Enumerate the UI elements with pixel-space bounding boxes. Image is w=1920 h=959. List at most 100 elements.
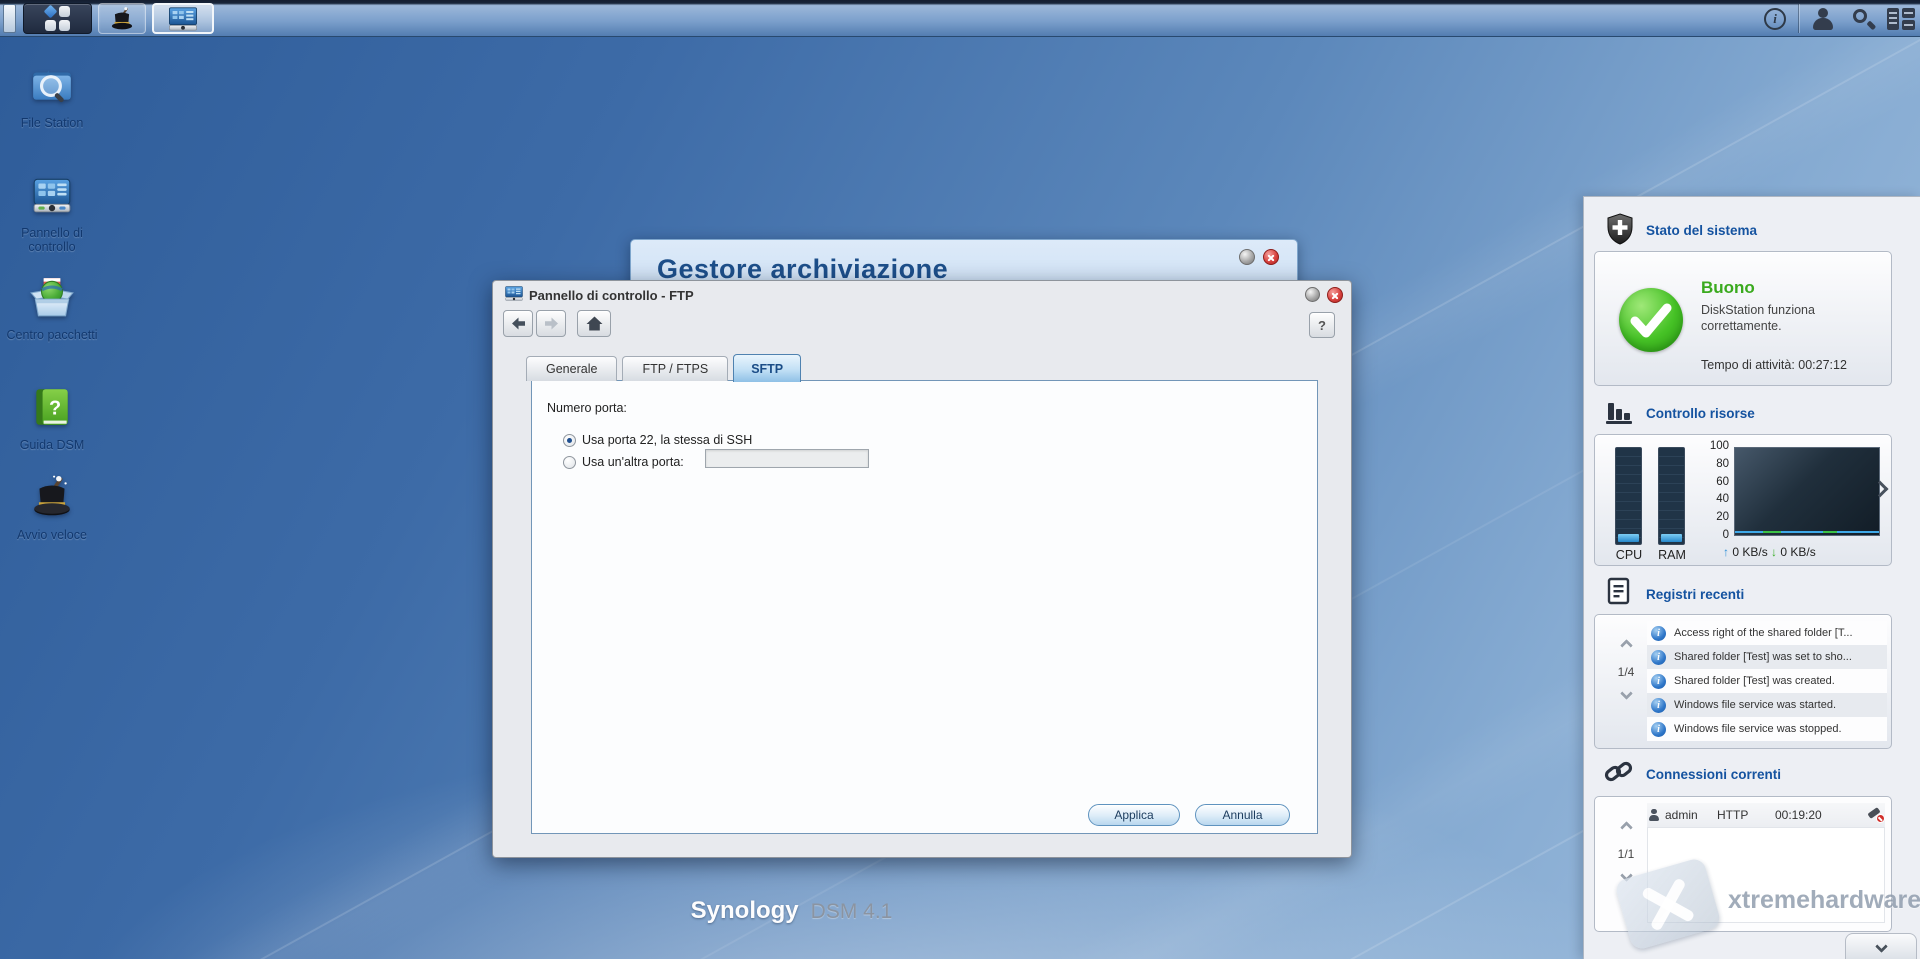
log-entry: i Shared folder [Test] was set to sho... (1647, 645, 1887, 669)
logs-page-down-icon[interactable] (1619, 687, 1633, 700)
upload-rate: 0 KB/s (1732, 545, 1768, 559)
taskbar-quick-launch-button[interactable] (98, 3, 146, 34)
desktop-icon-label: Avvio veloce (17, 528, 87, 542)
connections-page-up-icon[interactable] (1619, 821, 1633, 834)
log-entry: i Shared folder [Test] was created. (1647, 669, 1887, 693)
dialog-titlebar[interactable]: Pannello di controllo - FTP (493, 281, 1351, 308)
info-icon: i (1651, 625, 1666, 641)
log-document-icon (1607, 577, 1630, 605)
sidebar-collapse-tab[interactable] (1845, 933, 1917, 959)
desktop-icon-quick-start[interactable]: Avvio veloce (6, 474, 98, 542)
user-icon (1811, 7, 1835, 31)
radio-unselected-icon[interactable] (563, 455, 576, 469)
dsm-branding: Synology DSM 4.1 (0, 897, 1583, 925)
connections-list-area (1647, 827, 1885, 923)
close-icon[interactable] (1327, 287, 1343, 303)
cancel-button[interactable]: Annulla (1195, 804, 1290, 826)
minimize-button[interactable] (1239, 249, 1255, 265)
cpu-meter (1615, 447, 1642, 545)
log-entry: i Windows file service was stopped. (1647, 717, 1887, 741)
desktop-icon-dsm-help[interactable]: ? Guida DSM (6, 384, 98, 452)
home-icon (586, 316, 602, 331)
taskbar: i (0, 0, 1920, 37)
info-icon: i (1651, 697, 1666, 713)
info-icon: i (1651, 721, 1666, 737)
sftp-settings-panel: Numero porta: Usa porta 22, la stessa di… (531, 380, 1318, 834)
tab-sftp[interactable]: SFTP (733, 354, 802, 382)
connections-card: 1/1 admin HTTP 00:19:20 (1594, 796, 1892, 932)
connections-page-down-icon[interactable] (1619, 869, 1633, 882)
desktop-icon-label: Guida DSM (19, 438, 85, 452)
network-rates: ↑ 0 KB/s ↓ 0 KB/s (1723, 545, 1816, 559)
home-button[interactable] (577, 310, 611, 337)
magic-hat-icon (34, 475, 70, 516)
apply-button[interactable]: Applica (1088, 804, 1180, 826)
show-desktop-button[interactable] (3, 4, 16, 33)
logs-pager: 1/4 (1609, 639, 1643, 705)
log-list: i Access right of the shared folder [T...… (1647, 621, 1887, 741)
download-rate: 0 KB/s (1780, 545, 1816, 559)
log-entry: i Windows file service was started. (1647, 693, 1887, 717)
network-traffic-chart (1734, 447, 1880, 536)
download-arrow-icon: ↓ (1771, 545, 1778, 559)
connection-protocol: HTTP (1717, 808, 1749, 822)
search-icon (1851, 7, 1877, 31)
arrow-right-icon (544, 317, 558, 330)
pilot-view-icon (1887, 7, 1915, 30)
package-center-icon (30, 278, 74, 317)
radio-use-other-port[interactable]: Usa un'altra porta: (563, 455, 684, 469)
system-health-sidebar: Stato del sistema Buono DiskStation funz… (1583, 196, 1920, 959)
window-control-panel-ftp: Pannello di controllo - FTP ? Generale F… (492, 280, 1352, 858)
taskbar-user-button[interactable] (1806, 0, 1840, 37)
control-panel-icon (33, 178, 71, 213)
dialog-tabs: Generale FTP / FTPS SFTP (526, 354, 802, 382)
desktop-icon-file-station[interactable]: File Station (6, 62, 98, 130)
status-description: DiskStation funziona correttamente. (1701, 303, 1815, 333)
connections-pager: 1/1 (1609, 821, 1643, 887)
help-button[interactable]: ? (1309, 312, 1335, 338)
desktop-icon-control-panel[interactable]: Pannello di controllo (6, 172, 98, 254)
back-button[interactable] (503, 310, 533, 337)
section-title-connections: Connessioni correnti (1646, 767, 1782, 782)
tab-ftp-ftps[interactable]: FTP / FTPS (622, 356, 729, 381)
port-section-label: Numero porta: (547, 401, 627, 415)
dsm-version: DSM 4.1 (810, 900, 893, 923)
shield-icon (1607, 213, 1633, 245)
main-menu-button[interactable] (23, 3, 92, 34)
help-book-icon: ? (36, 389, 68, 425)
connection-row: admin HTTP 00:19:20 (1647, 803, 1885, 827)
log-entry: i Access right of the shared folder [T... (1647, 621, 1887, 645)
chevron-down-icon (1874, 940, 1888, 953)
info-icon: i (1651, 673, 1666, 689)
minimize-button[interactable] (1305, 287, 1320, 302)
ram-label: RAM (1658, 548, 1686, 562)
network-chart-axis: 100 80 60 40 20 0 (1709, 440, 1729, 541)
desktop-icon-package-center[interactable]: Centro pacchetti (6, 274, 98, 342)
arrow-left-icon (511, 317, 525, 330)
radio-selected-icon[interactable] (563, 433, 576, 447)
brand-logo: Synology (690, 897, 799, 924)
connections-page-indicator: 1/1 (1617, 847, 1635, 861)
control-panel-icon (505, 286, 523, 301)
radio-use-port-22[interactable]: Usa porta 22, la stessa di SSH (563, 433, 752, 447)
connection-user: admin (1665, 808, 1698, 822)
taskbar-info-button[interactable]: i (1758, 0, 1792, 37)
system-status-card: Buono DiskStation funziona correttamente… (1594, 251, 1892, 386)
folder-search-icon (33, 70, 71, 103)
desktop-icon-label: Centro pacchetti (6, 328, 98, 342)
logs-page-up-icon[interactable] (1619, 639, 1633, 652)
taskbar-control-panel-button-active[interactable] (152, 3, 214, 34)
custom-port-input[interactable] (705, 449, 869, 468)
forward-button[interactable] (536, 310, 566, 337)
section-title-recent-logs: Registri recenti (1646, 587, 1745, 602)
disconnect-icon[interactable] (1867, 807, 1885, 823)
taskbar-pilot-view-button[interactable] (1884, 0, 1918, 37)
tab-generale[interactable]: Generale (526, 356, 618, 381)
info-icon: i (1764, 7, 1786, 30)
taskbar-search-button[interactable] (1846, 0, 1880, 37)
magic-hat-icon (111, 6, 133, 29)
close-icon[interactable] (1263, 249, 1279, 265)
desktop: File Station Pannello di controllo Centr… (0, 0, 1920, 959)
cpu-label: CPU (1615, 548, 1643, 562)
link-icon (1604, 761, 1633, 782)
